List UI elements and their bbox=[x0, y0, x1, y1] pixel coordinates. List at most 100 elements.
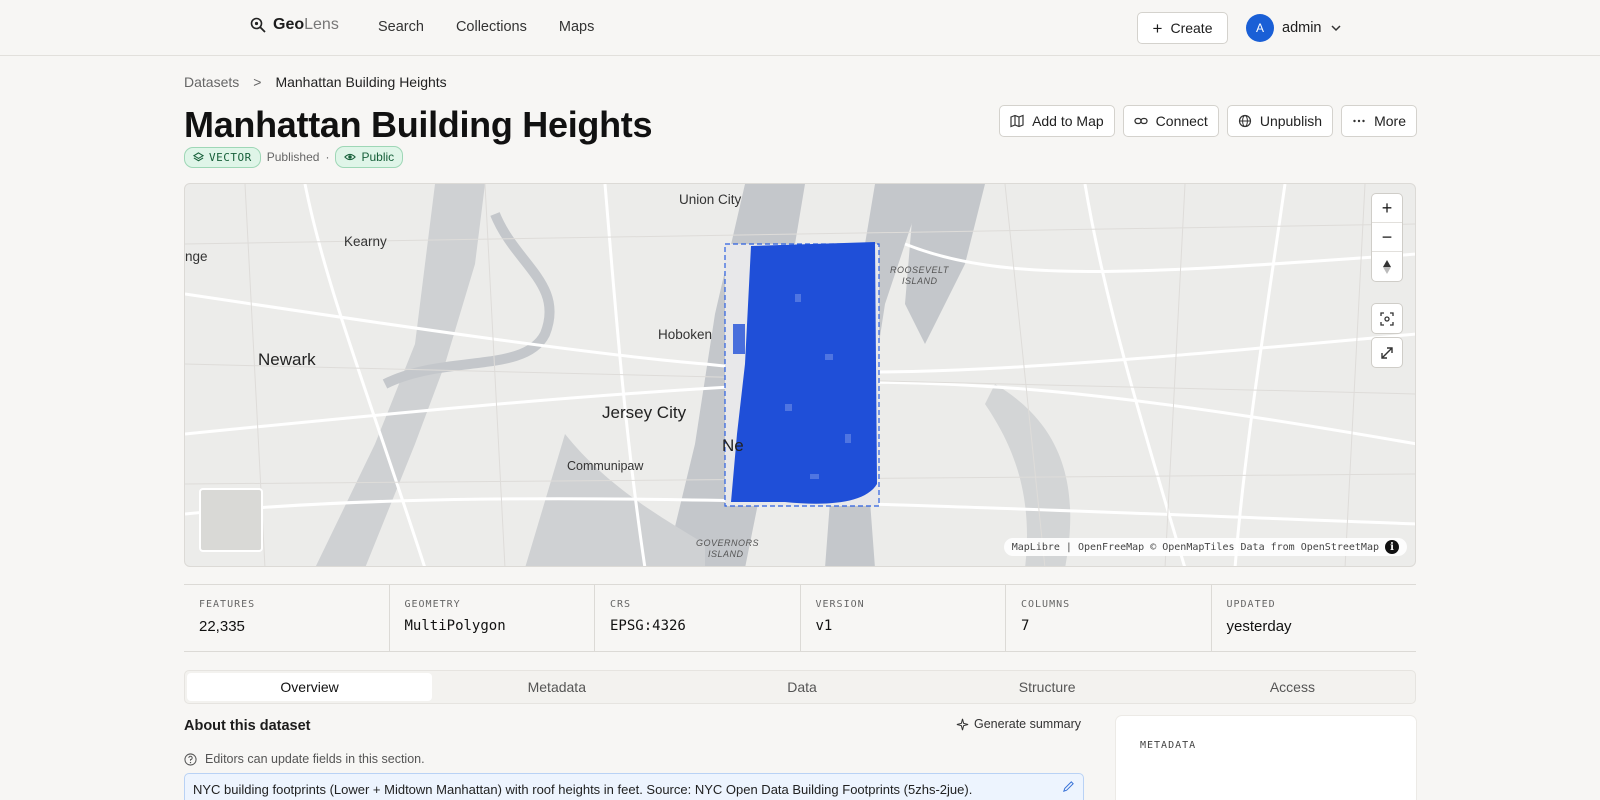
stat-geometry: GEOMETRY MultiPolygon bbox=[390, 585, 595, 651]
stat-value: MultiPolygon bbox=[404, 618, 506, 634]
user-menu[interactable]: A admin bbox=[1246, 14, 1342, 42]
info-icon[interactable]: i bbox=[1385, 540, 1399, 554]
map-label-union-city: Union City bbox=[679, 192, 742, 207]
layers-icon bbox=[193, 151, 204, 161]
map-label-roosevelt: ROOSEVELT bbox=[890, 265, 949, 275]
stat-version: VERSION v1 bbox=[801, 585, 1006, 651]
add-to-map-button[interactable]: Add to Map bbox=[999, 105, 1115, 137]
stat-features: FEATURES 22,335 bbox=[184, 585, 390, 651]
dataset-tabs: Overview Metadata Data Structure Access bbox=[184, 670, 1416, 704]
create-button[interactable]: + Create bbox=[1137, 12, 1228, 44]
top-bar: GeoLens Search Collections Maps + Create… bbox=[0, 0, 1600, 56]
stat-value: 7 bbox=[1021, 618, 1030, 634]
stat-label: FEATURES bbox=[199, 599, 256, 610]
visibility-badge: Public bbox=[335, 146, 404, 168]
stat-value: v1 bbox=[815, 618, 833, 634]
create-label: Create bbox=[1170, 20, 1213, 36]
generate-summary-button[interactable]: Generate summary bbox=[956, 717, 1081, 731]
more-label: More bbox=[1374, 113, 1406, 129]
map-label-kearny: Kearny bbox=[344, 234, 387, 249]
stat-columns: COLUMNS 7 bbox=[1006, 585, 1212, 651]
more-button[interactable]: More bbox=[1341, 105, 1417, 137]
zoom-in-button[interactable]: + bbox=[1372, 194, 1402, 223]
user-name: admin bbox=[1282, 20, 1322, 36]
unpublish-button[interactable]: Unpublish bbox=[1226, 105, 1334, 137]
add-to-map-label: Add to Map bbox=[1032, 113, 1104, 129]
tab-data[interactable]: Data bbox=[679, 671, 924, 703]
metadata-panel-label: METADATA bbox=[1140, 740, 1197, 751]
fullscreen-button[interactable] bbox=[1372, 338, 1402, 367]
tab-overview[interactable]: Overview bbox=[187, 673, 433, 701]
sparkle-icon bbox=[956, 718, 969, 730]
app-logo[interactable]: GeoLens bbox=[249, 16, 339, 34]
logo-text-light: Lens bbox=[304, 16, 339, 33]
globe-off-icon bbox=[1238, 114, 1251, 128]
stat-label: VERSION bbox=[815, 599, 865, 610]
stat-label: GEOMETRY bbox=[404, 599, 461, 610]
tab-structure[interactable]: Structure bbox=[925, 671, 1170, 703]
dataset-badges: VECTOR Published · Public bbox=[184, 146, 404, 168]
editor-hint: Editors can update fields in this sectio… bbox=[184, 752, 425, 766]
tab-metadata[interactable]: Metadata bbox=[434, 671, 679, 703]
tab-access[interactable]: Access bbox=[1170, 671, 1415, 703]
breadcrumb-datasets[interactable]: Datasets bbox=[184, 74, 239, 90]
nav-collections[interactable]: Collections bbox=[456, 19, 527, 35]
map-label-jersey-city: Jersey City bbox=[602, 403, 687, 422]
status-separator: · bbox=[325, 150, 330, 164]
locate-button[interactable] bbox=[1372, 304, 1402, 333]
map-label-governors-island: ISLAND bbox=[708, 549, 744, 559]
minimap[interactable] bbox=[199, 488, 263, 552]
link-icon bbox=[1134, 117, 1148, 125]
connect-button[interactable]: Connect bbox=[1122, 105, 1219, 137]
stat-label: CRS bbox=[610, 599, 632, 610]
generate-summary-label: Generate summary bbox=[974, 717, 1081, 731]
map-viewer[interactable]: Union City Kearny nge Newark Hoboken Jer… bbox=[184, 183, 1416, 567]
stat-label: COLUMNS bbox=[1021, 599, 1071, 610]
plus-icon: + bbox=[1381, 197, 1393, 218]
pencil-icon[interactable] bbox=[1062, 780, 1075, 793]
unpublish-label: Unpublish bbox=[1259, 113, 1323, 129]
zoom-out-button[interactable]: − bbox=[1372, 223, 1402, 252]
page-title: Manhattan Building Heights bbox=[184, 104, 653, 145]
editor-hint-text: Editors can update fields in this sectio… bbox=[205, 752, 425, 766]
stat-value: 22,335 bbox=[199, 618, 245, 635]
map-label-governors: GOVERNORS bbox=[696, 538, 760, 548]
connect-label: Connect bbox=[1155, 113, 1208, 129]
dataset-actions: Add to Map Connect Unpublish More bbox=[999, 105, 1417, 137]
type-badge-label: VECTOR bbox=[209, 150, 252, 164]
description-field[interactable]: NYC building footprints (Lower + Midtown… bbox=[184, 773, 1084, 800]
stat-value: yesterday bbox=[1226, 618, 1292, 635]
attribution-text: MapLibre | OpenFreeMap © OpenMapTiles Da… bbox=[1011, 541, 1379, 553]
minus-icon: − bbox=[1381, 226, 1393, 247]
main-nav: Search Collections Maps bbox=[378, 19, 594, 35]
nav-maps[interactable]: Maps bbox=[559, 19, 594, 35]
breadcrumb-current: Manhattan Building Heights bbox=[275, 74, 447, 90]
description-text: NYC building footprints (Lower + Midtown… bbox=[193, 782, 973, 797]
map-icon bbox=[1010, 114, 1024, 128]
dataset-stats: FEATURES 22,335 GEOMETRY MultiPolygon CR… bbox=[184, 584, 1416, 652]
stat-crs: CRS EPSG:4326 bbox=[595, 585, 801, 651]
stat-updated: UPDATED yesterday bbox=[1212, 585, 1417, 651]
plus-icon: + bbox=[1152, 18, 1163, 38]
stat-value: EPSG:4326 bbox=[610, 618, 686, 634]
map-attribution: MapLibre | OpenFreeMap © OpenMapTiles Da… bbox=[1003, 538, 1407, 556]
visibility-label: Public bbox=[361, 150, 395, 164]
logo-icon bbox=[250, 17, 266, 33]
status-text: Published bbox=[266, 150, 320, 164]
zoom-controls: + − bbox=[1372, 194, 1402, 281]
nav-search[interactable]: Search bbox=[378, 19, 424, 35]
map-label-new-york: Ne bbox=[722, 436, 744, 455]
chevron-down-icon bbox=[1330, 25, 1341, 32]
eye-icon bbox=[344, 153, 357, 161]
stat-label: UPDATED bbox=[1226, 599, 1276, 610]
metadata-panel: METADATA bbox=[1116, 716, 1416, 800]
map-label-newark: Newark bbox=[258, 350, 316, 369]
compass-button[interactable] bbox=[1372, 252, 1402, 281]
map-label-communipaw: Communipaw bbox=[567, 459, 644, 473]
more-icon bbox=[1353, 119, 1365, 123]
map-label-roosevelt-island: ISLAND bbox=[902, 276, 938, 286]
breadcrumb: Datasets > Manhattan Building Heights bbox=[184, 74, 447, 90]
about-heading: About this dataset bbox=[184, 718, 311, 734]
breadcrumb-separator: > bbox=[253, 74, 262, 90]
map-label-orange: nge bbox=[185, 249, 208, 264]
